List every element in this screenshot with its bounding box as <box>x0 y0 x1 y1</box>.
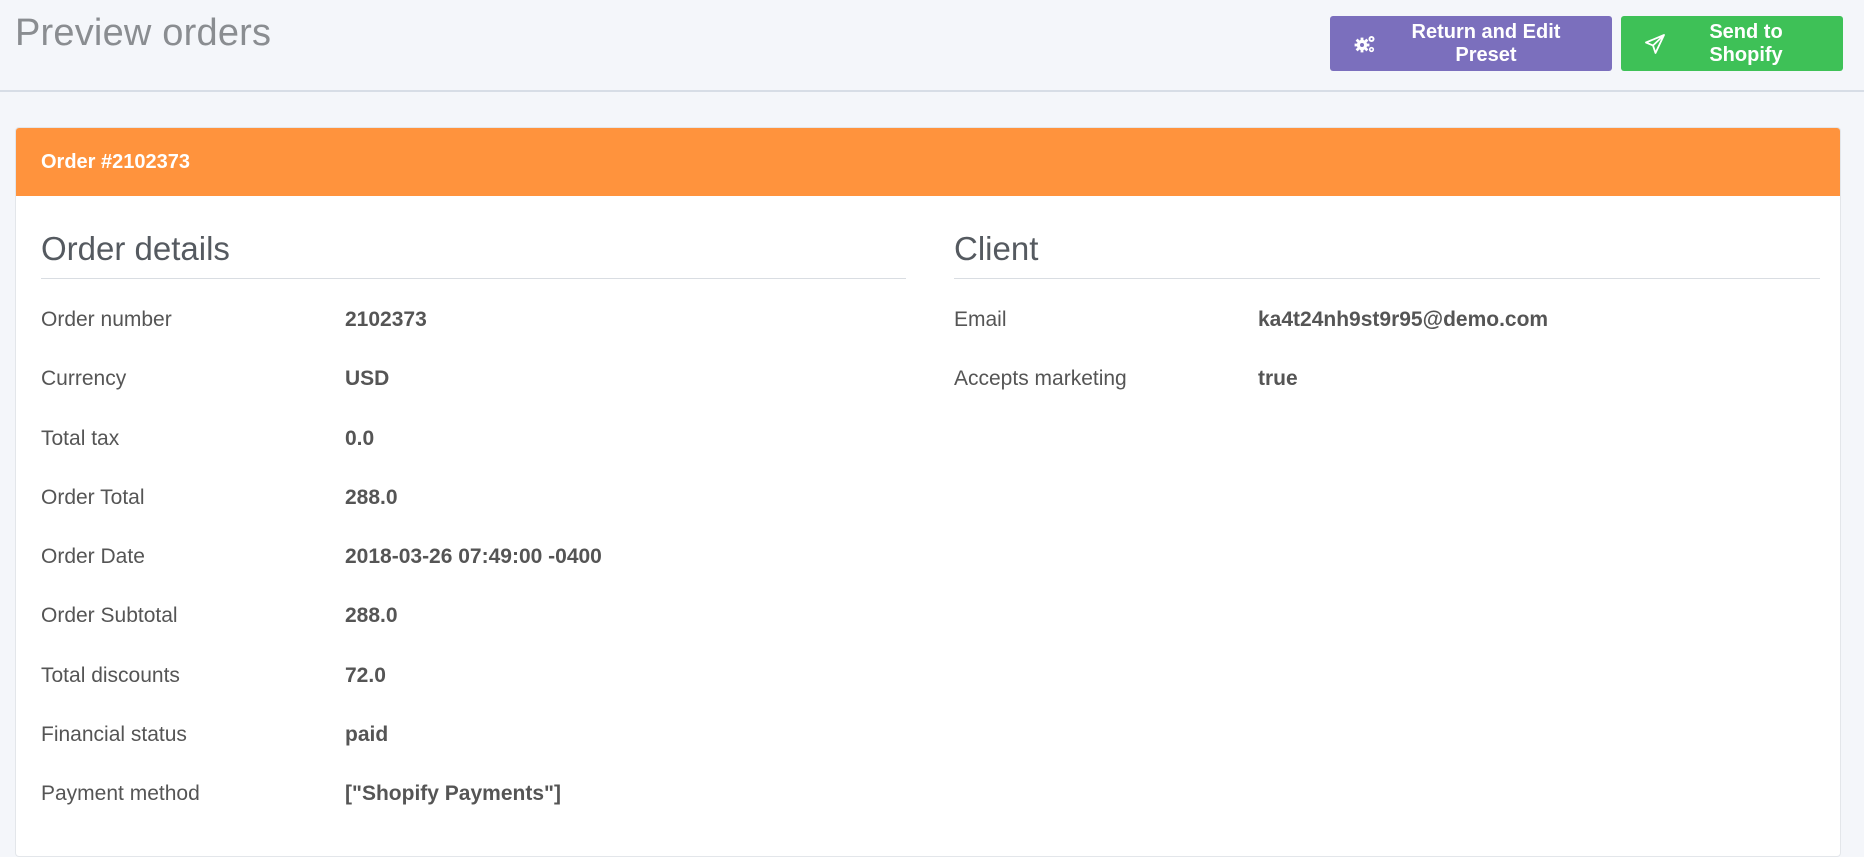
detail-row-total-tax: Total tax 0.0 <box>41 425 906 484</box>
client-list: Email ka4t24nh9st9r95@demo.com Accepts m… <box>954 306 1820 425</box>
detail-row-order-number: Order number 2102373 <box>41 306 906 365</box>
client-section: Client Email ka4t24nh9st9r95@demo.com Ac… <box>954 228 1820 425</box>
detail-row-order-date: Order Date 2018-03-26 07:49:00 -0400 <box>41 543 906 602</box>
detail-row-total-discounts: Total discounts 72.0 <box>41 662 906 721</box>
return-and-edit-preset-label: Return and Edit Preset <box>1411 20 1561 66</box>
detail-label: Total tax <box>41 426 120 450</box>
order-card: Order #2102373 Order details Order numbe… <box>15 127 1841 857</box>
paper-plane-icon <box>1645 33 1665 54</box>
detail-value: ["Shopify Payments"] <box>345 782 561 806</box>
detail-row-payment-method: Payment method ["Shopify Payments"] <box>41 780 906 839</box>
detail-label: Order Total <box>41 485 145 509</box>
detail-row-order-total: Order Total 288.0 <box>41 484 906 543</box>
order-card-header: Order #2102373 <box>16 128 1840 196</box>
send-to-shopify-label: Send to Shopify <box>1709 20 1783 66</box>
detail-label: Financial status <box>41 723 187 747</box>
detail-value: paid <box>345 723 389 747</box>
client-label: Email <box>954 308 1007 331</box>
detail-label: Order Date <box>41 545 145 569</box>
return-and-edit-preset-button[interactable]: Return and Edit Preset <box>1330 16 1612 71</box>
page-title: Preview orders <box>15 12 272 54</box>
send-to-shopify-button[interactable]: Send to Shopify <box>1621 16 1843 71</box>
detail-value: 2018-03-26 07:49:00 -0400 <box>345 545 602 569</box>
client-label: Accepts marketing <box>954 367 1127 391</box>
gears-icon <box>1354 34 1376 54</box>
detail-label: Currency <box>41 367 127 391</box>
detail-row-financial-status: Financial status paid <box>41 721 906 780</box>
detail-value: 0.0 <box>345 426 375 450</box>
detail-value: 288.0 <box>345 485 398 509</box>
detail-row-currency: Currency USD <box>41 365 906 424</box>
client-row-email: Email ka4t24nh9st9r95@demo.com <box>954 306 1820 365</box>
detail-label: Order number <box>41 308 172 331</box>
detail-label: Order Subtotal <box>41 604 178 628</box>
order-details-section: Order details Order number 2102373 Curre… <box>41 228 906 840</box>
top-bar: Preview orders Return and Edit Preset Se… <box>0 0 1864 92</box>
detail-value: 288.0 <box>345 604 398 628</box>
client-value: ka4t24nh9st9r95@demo.com <box>1258 308 1549 331</box>
client-heading: Client <box>954 228 1820 279</box>
order-details-heading: Order details <box>41 228 906 279</box>
detail-value: USD <box>345 367 390 391</box>
detail-label: Payment method <box>41 782 200 806</box>
order-details-list: Order number 2102373 Currency USD Total … <box>41 306 906 840</box>
detail-value: 2102373 <box>345 308 427 331</box>
header-actions: Return and Edit Preset Send to Shopify <box>1330 16 1843 71</box>
detail-row-order-subtotal: Order Subtotal 288.0 <box>41 602 906 661</box>
detail-label: Total discounts <box>41 663 180 687</box>
detail-value: 72.0 <box>345 663 386 687</box>
client-value: true <box>1258 367 1298 391</box>
client-row-accepts-marketing: Accepts marketing true <box>954 365 1820 424</box>
order-title: Order #2102373 <box>41 150 191 173</box>
